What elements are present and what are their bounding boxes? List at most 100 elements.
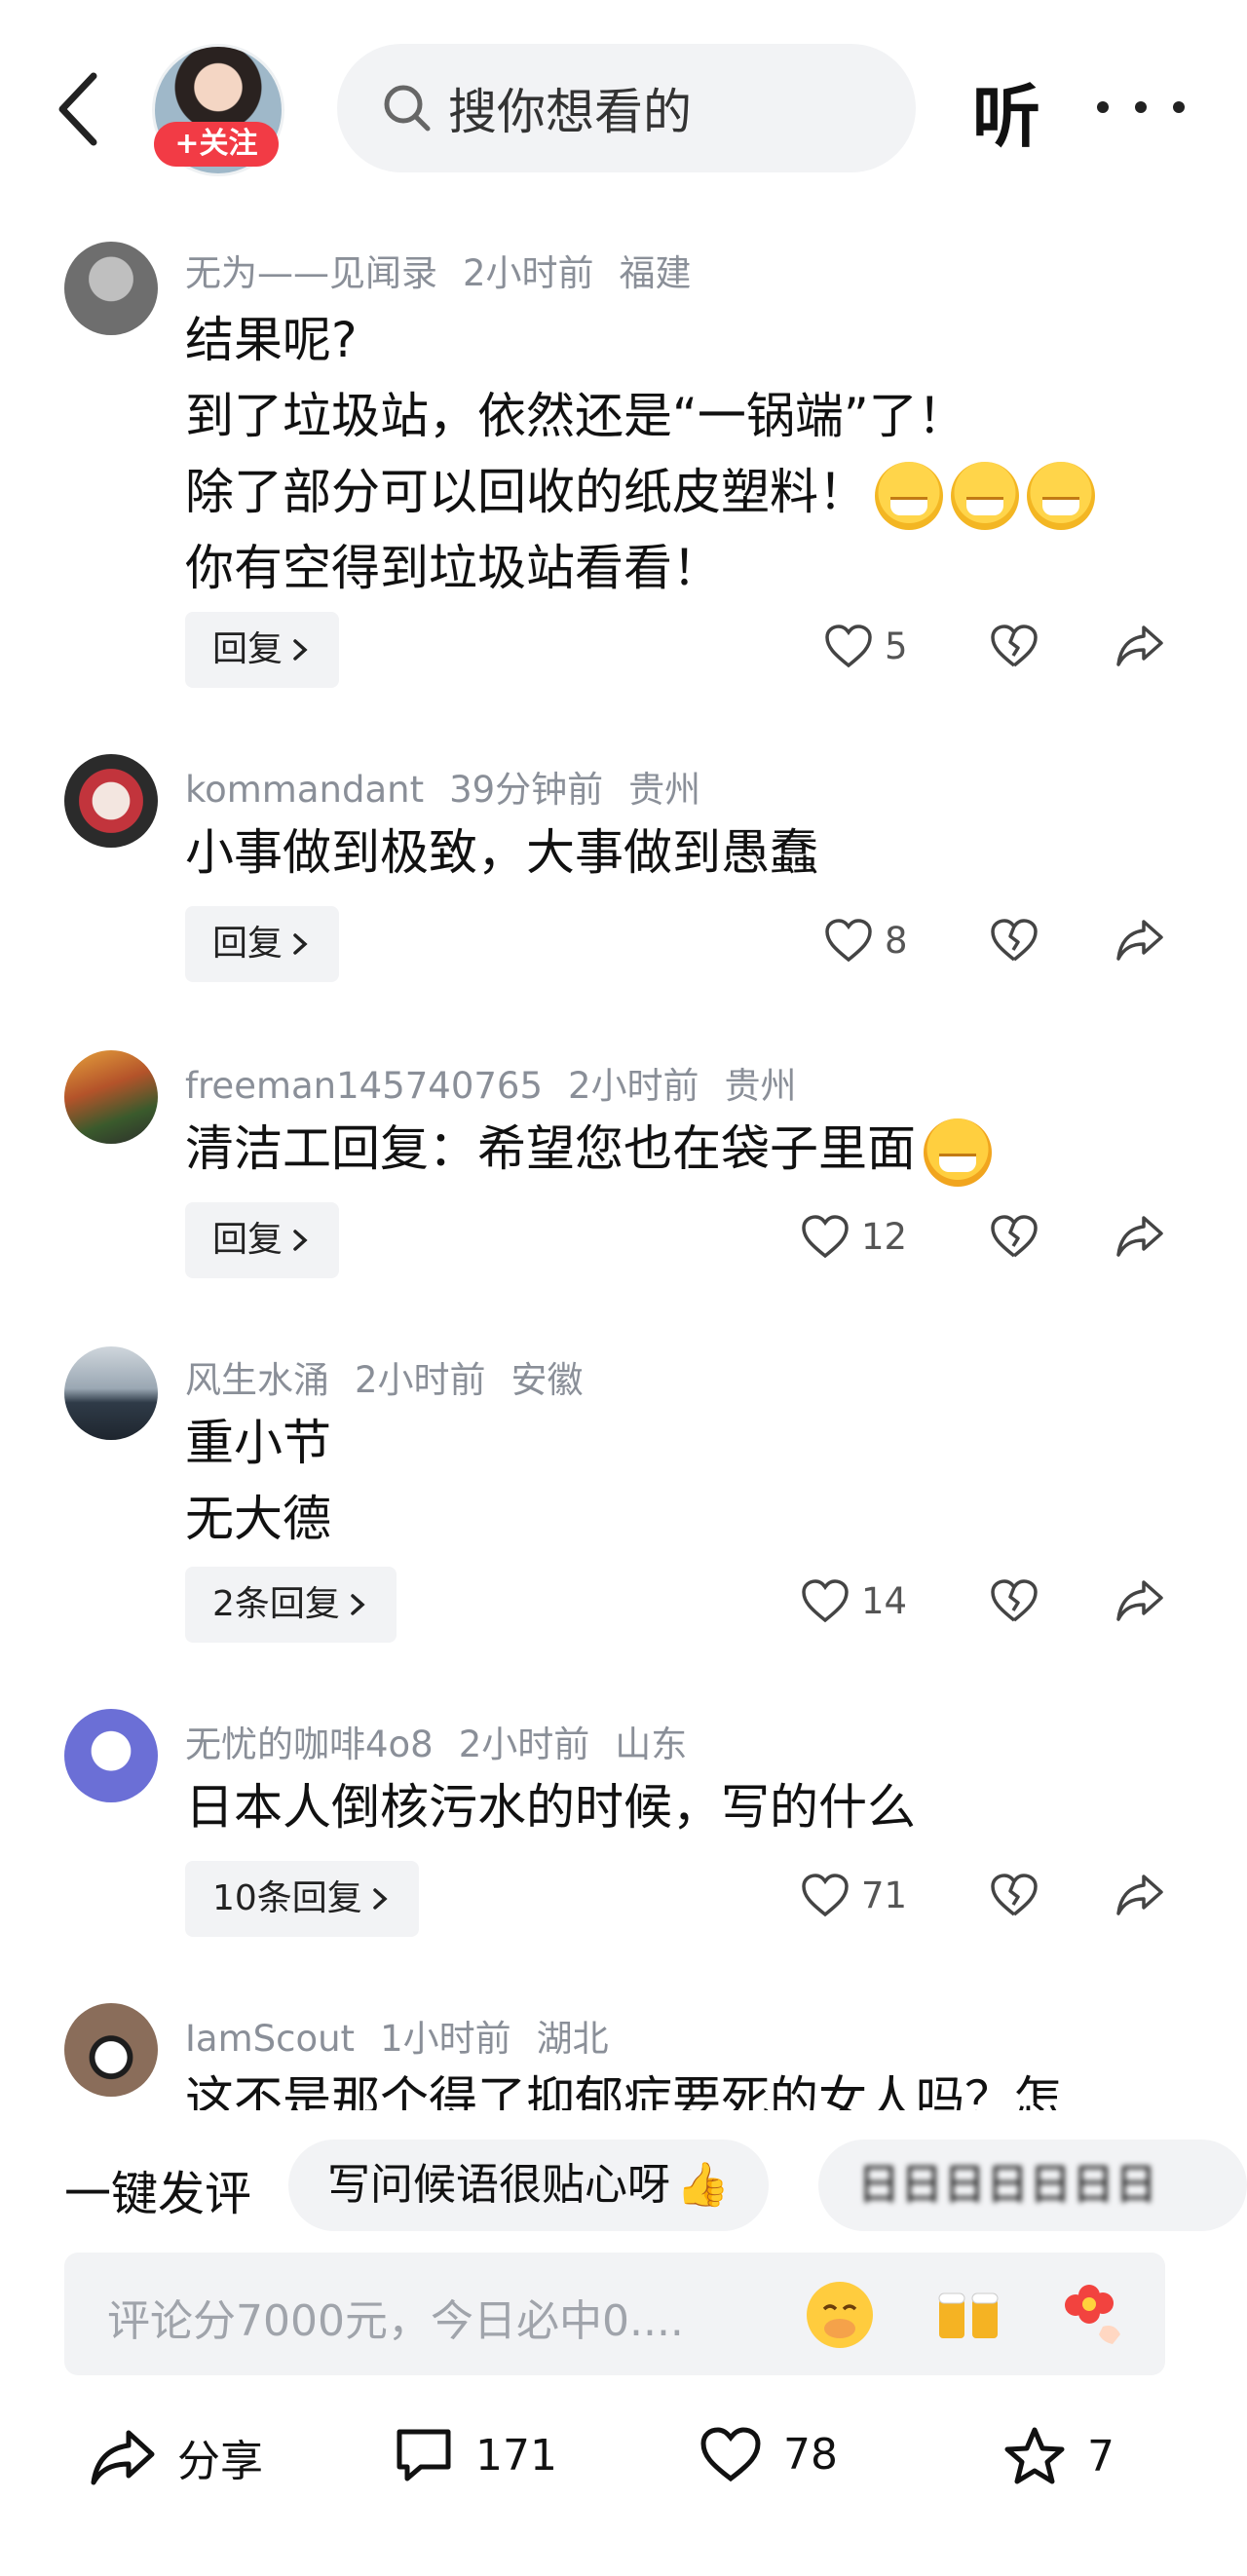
comment-text: 结果呢? 到了垃圾站，依然还是“一锅端”了！ 除了部分可以回收的纸皮塑料！ 你有… [185,302,1095,606]
chevron-right-icon [373,1888,388,1910]
share-arrow-icon [1116,920,1163,961]
avatar[interactable] [64,242,158,335]
replies-expand-button[interactable]: 2条回复 [185,1567,397,1643]
timestamp: 39分钟前 [449,769,604,811]
broken-heart-icon [991,1579,1038,1622]
timestamp: 2小时前 [458,1724,590,1765]
chevron-right-icon [293,1230,308,1251]
back-button[interactable] [51,70,109,148]
username[interactable]: 风生水涌 [185,1359,329,1401]
dislike-button[interactable] [990,918,1039,963]
like-count: 14 [861,1579,908,1622]
star-icon [1004,2427,1065,2484]
quick-comment-chip[interactable]: 写问候语很贴心呀 👍 [288,2140,769,2231]
location: 湖北 [536,2018,609,2060]
avatar[interactable] [64,1709,158,1802]
comment-line: 重小节 [185,1415,331,1471]
favorite-button[interactable]: 7 [1003,2426,1115,2486]
more-menu-button[interactable] [1097,94,1185,121]
comment-meta: 无为——见闻录 2小时前 福建 [185,244,717,296]
quick-comment-chip[interactable]: 日日日日日日日 [818,2140,1247,2231]
share-arrow-icon [91,2430,155,2485]
grinning-emoji-icon [875,461,943,530]
comment-line: 清洁工回复：希望您也在袋子里面 [185,1120,916,1177]
comment-input[interactable]: 评论分7000元，今日必中0.... [64,2253,1165,2375]
timestamp: 2小时前 [463,252,594,294]
share-comment-button[interactable] [1115,918,1165,963]
comment-text: 清洁工回复：希望您也在袋子里面 [185,1111,992,1187]
username[interactable]: 无忧的咖啡4o8 [185,1724,434,1765]
reply-label: 回复 [212,924,283,964]
share-arrow-icon [1116,1875,1163,1915]
reply-button[interactable]: 回复 [185,1202,340,1278]
username[interactable]: IamScout [185,2018,355,2060]
timestamp: 2小时前 [355,1359,486,1401]
comment-text: 小事做到极致，大事做到愚蠢 [185,814,818,890]
comment-line: 结果呢? [185,312,358,368]
comment-line-with-emoji: 除了部分可以回收的纸皮塑料！ [185,454,1095,530]
like-count: 78 [783,2429,838,2480]
replies-expand-button[interactable]: 10条回复 [185,1861,419,1937]
share-comment-button[interactable] [1115,624,1165,668]
heart-icon [825,919,872,963]
broken-heart-icon [991,1215,1038,1258]
share-comment-button[interactable] [1115,1578,1165,1623]
search-bar[interactable]: 搜你想看的 [337,44,916,172]
comment-line: 这不是那个得了抑郁症要死的女人吗？怎 [185,2071,1062,2110]
dislike-button[interactable] [990,1214,1039,1259]
thumbs-up-icon: 👍 [676,2160,730,2210]
reply-button[interactable]: 回复 [185,612,340,688]
username[interactable]: 无为——见闻录 [185,252,437,294]
location: 安徽 [510,1359,584,1401]
shy-face-emoji-button[interactable] [803,2278,877,2352]
like-button[interactable]: 8 [824,918,908,963]
flower-emoji-button[interactable] [1060,2278,1134,2352]
like-count: 71 [861,1874,908,1916]
avatar[interactable] [64,754,158,848]
search-placeholder: 搜你想看的 [448,84,692,140]
listen-button[interactable]: 听 [972,62,1040,161]
comment-input-placeholder: 评论分7000元，今日必中0.... [107,2296,684,2346]
comment-meta: 无忧的咖啡4o8 2小时前 山东 [185,1715,712,1767]
broken-heart-icon [991,1874,1038,1916]
dot-icon [1135,101,1147,113]
avatar[interactable] [64,1346,158,1440]
beer-cheers-emoji-button[interactable] [931,2278,1005,2352]
comment-line: 小事做到极致，大事做到愚蠢 [185,824,818,881]
reply-label: 10条回复 [212,1878,362,1918]
like-post-button[interactable]: 78 [699,2426,838,2482]
comment-line: 无大德 [185,1491,331,1547]
like-button[interactable]: 12 [801,1214,907,1259]
like-button[interactable]: 5 [824,624,908,668]
author-avatar[interactable]: +关注 [152,44,284,176]
share-arrow-icon [1116,1580,1163,1621]
grinning-emoji-icon [1027,461,1095,530]
quick-comment-label: 一键发评 [64,2167,252,2221]
share-button[interactable]: 分享 [90,2426,263,2488]
username[interactable]: kommandant [185,769,424,811]
dot-icon [1097,101,1109,113]
dislike-button[interactable] [990,624,1039,668]
location: 山东 [615,1724,688,1765]
share-comment-button[interactable] [1115,1214,1165,1259]
username[interactable]: freeman145740765 [185,1065,543,1107]
avatar[interactable] [64,1050,158,1144]
share-arrow-icon [1116,625,1163,666]
like-button[interactable]: 14 [801,1578,907,1623]
share-comment-button[interactable] [1115,1873,1165,1917]
avatar[interactable] [64,2003,158,2097]
comment-meta: kommandant 39分钟前 贵州 [185,760,726,813]
dislike-button[interactable] [990,1873,1039,1917]
location: 福建 [619,252,692,294]
comment-meta: IamScout 1小时前 湖北 [185,2009,634,2062]
dislike-button[interactable] [990,1578,1039,1623]
comment-line: 日本人倒核污水的时候，写的什么 [185,1779,916,1836]
comments-button[interactable]: 171 [394,2426,557,2484]
heart-icon [825,625,872,668]
comment-line: 你有空得到垃圾站看看！ [185,540,721,596]
comment-count: 171 [475,2430,557,2481]
follow-button[interactable]: +关注 [154,122,279,167]
comment-text: 这不是那个得了抑郁症要死的女人吗？怎 [185,2062,1062,2110]
like-button[interactable]: 71 [801,1873,907,1917]
reply-button[interactable]: 回复 [185,906,340,982]
